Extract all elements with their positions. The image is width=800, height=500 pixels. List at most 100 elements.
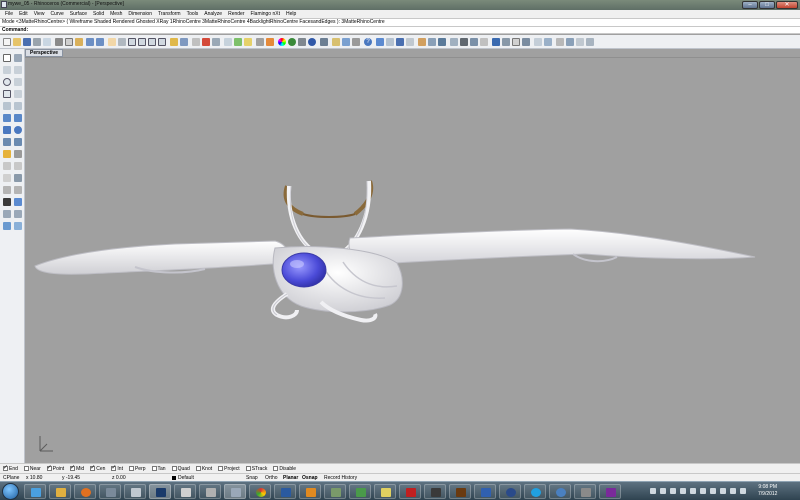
- hide-icon[interactable]: [256, 38, 264, 46]
- osnap-int[interactable]: Int: [111, 464, 123, 472]
- zoom-selected-icon[interactable]: [158, 38, 166, 46]
- tray-icon-app-2[interactable]: [730, 488, 736, 494]
- osnap-checkbox[interactable]: [171, 466, 177, 471]
- osnap-strack[interactable]: STrack: [245, 466, 267, 472]
- start-button[interactable]: [2, 483, 19, 500]
- new-file-icon[interactable]: [3, 38, 11, 46]
- sphere-icon[interactable]: [14, 126, 22, 134]
- import-icon[interactable]: [43, 38, 51, 46]
- taskbar-app-word[interactable]: [274, 484, 296, 499]
- arc-icon[interactable]: [14, 78, 22, 86]
- osnap-disable[interactable]: Disable: [273, 466, 296, 472]
- taskbar-app-onenote[interactable]: [599, 484, 621, 499]
- taskbar-app-tools[interactable]: [574, 484, 596, 499]
- array-icon[interactable]: [14, 210, 22, 218]
- layer-color-swatch[interactable]: [172, 476, 176, 480]
- export-image-icon[interactable]: [544, 38, 552, 46]
- osnap-point[interactable]: Point: [46, 464, 64, 472]
- taskbar-app-tool[interactable]: [174, 484, 196, 499]
- osnap-project[interactable]: Project: [218, 466, 240, 472]
- taskbar-app-eye[interactable]: [499, 484, 521, 499]
- osnap-checkbox[interactable]: [111, 464, 116, 471]
- osnap-checkbox[interactable]: [273, 466, 279, 471]
- osnap-checkbox[interactable]: [128, 466, 134, 471]
- taskbar-app-firefox[interactable]: [74, 484, 96, 499]
- tray-icon-sync[interactable]: [710, 488, 716, 494]
- pan-hand-icon[interactable]: [108, 38, 116, 46]
- rotate-view-icon[interactable]: [118, 38, 126, 46]
- paste-icon[interactable]: [75, 38, 83, 46]
- taskbar-app-photoshop[interactable]: [149, 484, 171, 499]
- toolbar-extra-icon-4[interactable]: [586, 38, 594, 46]
- render-window-icon[interactable]: [396, 38, 404, 46]
- taskbar-app-camera[interactable]: [424, 484, 446, 499]
- print-icon[interactable]: [33, 38, 41, 46]
- plant-icon[interactable]: [470, 38, 478, 46]
- mesh-icon[interactable]: [3, 150, 11, 158]
- menu-surface[interactable]: Surface: [67, 11, 90, 17]
- menu-mesh[interactable]: Mesh: [107, 11, 125, 17]
- flamingo-render-icon[interactable]: [376, 38, 384, 46]
- tray-icon-app[interactable]: [720, 488, 726, 494]
- batch-render-icon[interactable]: [480, 38, 488, 46]
- camera-icon[interactable]: [406, 38, 414, 46]
- select-icon[interactable]: [234, 38, 242, 46]
- tray-icon-volume[interactable]: [670, 488, 676, 494]
- maximize-button[interactable]: □: [759, 1, 775, 9]
- command-line[interactable]: Command:: [0, 26, 800, 34]
- osnap-checkbox[interactable]: [151, 466, 157, 471]
- osnap-checkbox[interactable]: [195, 466, 201, 471]
- osnap-checkbox[interactable]: [3, 464, 8, 471]
- bulb-icon[interactable]: [244, 38, 252, 46]
- menu-solid[interactable]: Solid: [90, 11, 107, 17]
- taskbar-app-media-player[interactable]: [299, 484, 321, 499]
- scale-icon[interactable]: [14, 198, 22, 206]
- toolbar-extra-icon-3[interactable]: [576, 38, 584, 46]
- osnap-quad[interactable]: Quad: [171, 466, 190, 472]
- viewport-layout-icon[interactable]: [192, 38, 200, 46]
- named-view-icon[interactable]: [212, 38, 220, 46]
- cut-icon[interactable]: [55, 38, 63, 46]
- ground-plane-icon[interactable]: [438, 38, 446, 46]
- materials-icon[interactable]: [332, 38, 340, 46]
- taskbar-app-calendar[interactable]: [474, 484, 496, 499]
- menu-edit[interactable]: Edit: [16, 11, 31, 17]
- osnap-checkbox[interactable]: [23, 466, 29, 471]
- car-render-icon[interactable]: [202, 38, 210, 46]
- rhino-render-icon[interactable]: [522, 38, 530, 46]
- join-icon[interactable]: [3, 174, 11, 182]
- copy-icon[interactable]: [65, 38, 73, 46]
- perspective-viewport[interactable]: [25, 57, 800, 463]
- texture-icon[interactable]: [418, 38, 426, 46]
- taskbar-app-illustrator[interactable]: [449, 484, 471, 499]
- minimize-button[interactable]: –: [742, 1, 758, 9]
- tray-icon-app-3[interactable]: [740, 488, 746, 494]
- osnap-perp[interactable]: Perp: [128, 466, 146, 472]
- copy-objects-icon[interactable]: [14, 186, 22, 194]
- zoom-extents-icon[interactable]: [148, 38, 156, 46]
- menu-flamingo[interactable]: Flamingo nXt: [248, 11, 283, 17]
- render-sphere-icon[interactable]: [308, 38, 316, 46]
- extrude-icon[interactable]: [3, 138, 11, 146]
- animation-icon[interactable]: [492, 38, 500, 46]
- move-icon[interactable]: [3, 186, 11, 194]
- layers-icon[interactable]: [342, 38, 350, 46]
- zoom-dynamic-icon[interactable]: [128, 38, 136, 46]
- taskbar-app-paint[interactable]: [349, 484, 371, 499]
- tray-icon-update[interactable]: [690, 488, 696, 494]
- taskbar-app-explorer[interactable]: [24, 484, 46, 499]
- lights-icon[interactable]: [170, 38, 178, 46]
- osnap-end[interactable]: End: [3, 464, 18, 472]
- menu-file[interactable]: File: [2, 11, 16, 17]
- taskbar-app-media[interactable]: [99, 484, 121, 499]
- options-icon[interactable]: [352, 38, 360, 46]
- menu-dimension[interactable]: Dimension: [125, 11, 155, 17]
- taskbar-clock[interactable]: 9:08 PM 7/9/2012: [758, 484, 777, 498]
- box-icon[interactable]: [3, 126, 11, 134]
- tray-icon-network[interactable]: [650, 488, 656, 494]
- curvature-icon[interactable]: [14, 222, 22, 230]
- scene-icon[interactable]: [512, 38, 520, 46]
- circle-icon[interactable]: [3, 78, 11, 86]
- tray-icon-battery[interactable]: [660, 488, 666, 494]
- tray-icon-security[interactable]: [700, 488, 706, 494]
